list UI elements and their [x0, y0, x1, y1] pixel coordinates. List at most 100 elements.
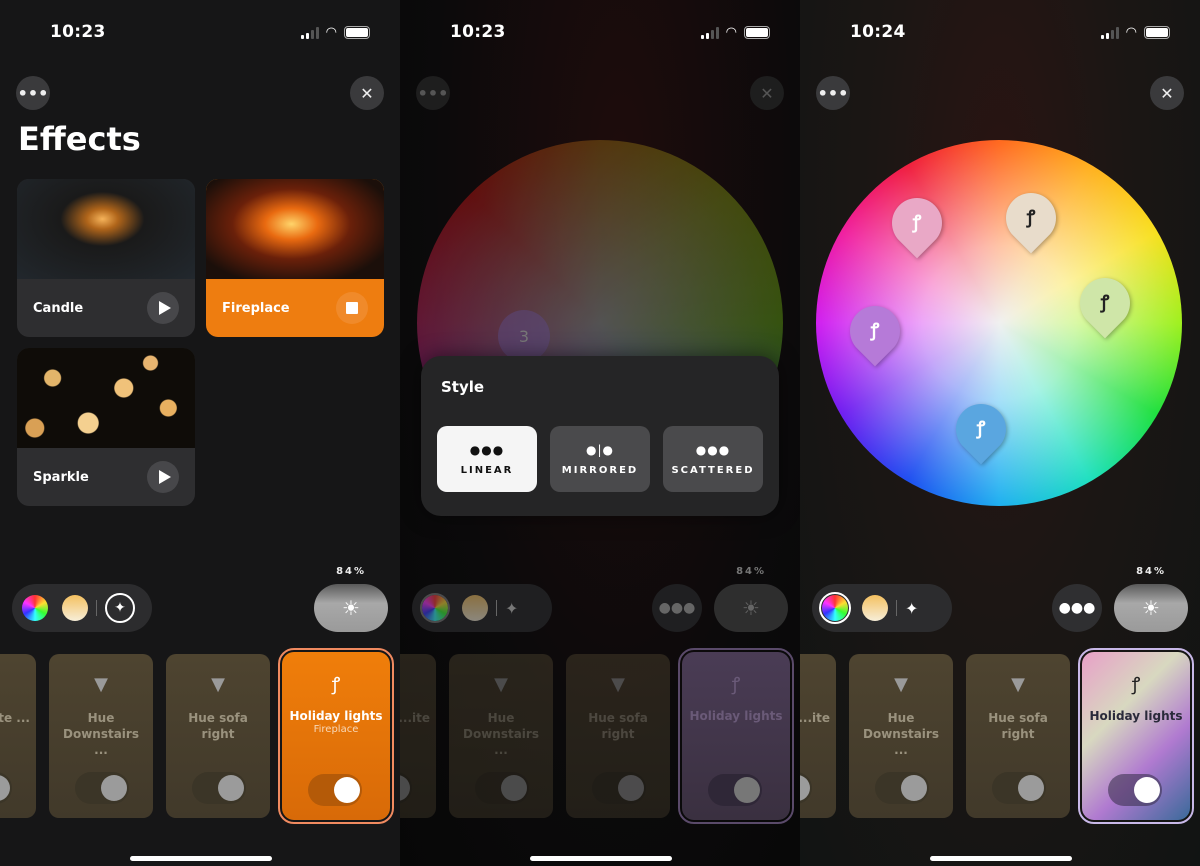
- bulb-icon: ▼: [211, 674, 225, 695]
- light-pin-purple[interactable]: ꝭ: [839, 295, 911, 367]
- more-button[interactable]: •••: [816, 76, 850, 110]
- sparkle-image: [17, 348, 195, 448]
- toggle-knob: [1134, 777, 1160, 803]
- white-mode-button[interactable]: [462, 595, 488, 621]
- stop-icon: [346, 302, 358, 314]
- style-option-scattered[interactable]: ●●● SCATTERED: [663, 426, 763, 492]
- linear-icon: ●●●: [658, 600, 696, 616]
- play-icon: [158, 301, 171, 315]
- light-effect: Fireplace: [313, 724, 359, 735]
- light-toggle[interactable]: [992, 772, 1046, 804]
- white-mode-button[interactable]: [62, 595, 88, 621]
- style-option-linear[interactable]: ●●● LINEAR: [437, 426, 537, 492]
- close-button[interactable]: ✕: [750, 76, 784, 110]
- light-pin-pink[interactable]: ꝭ: [881, 187, 953, 259]
- light-pin-blue[interactable]: ꝭ: [945, 393, 1017, 465]
- bulb-icon: ▼: [494, 674, 508, 695]
- sparkle-icon[interactable]: ✦: [505, 599, 518, 618]
- light-card-holiday[interactable]: ꝭ Holiday lights: [678, 648, 794, 824]
- light-toggle[interactable]: [592, 772, 646, 804]
- brightness-value: 84%: [736, 566, 766, 577]
- light-toggle[interactable]: [1108, 774, 1162, 806]
- toggle-knob: [101, 775, 127, 801]
- mode-selector: ✦: [812, 584, 952, 632]
- style-option-mirrored[interactable]: ●|● MIRRORED: [550, 426, 650, 492]
- close-button[interactable]: ✕: [350, 76, 384, 110]
- wifi-icon: ◠: [1125, 25, 1137, 40]
- light-name: Hue sofa right: [988, 711, 1048, 741]
- light-card[interactable]: ▼ Hue Downstairs ...: [849, 654, 953, 818]
- sparkle-icon[interactable]: ✦: [905, 599, 918, 618]
- toggle-knob: [218, 775, 244, 801]
- status-icons: ◠: [700, 25, 770, 40]
- divider: [896, 600, 897, 616]
- color-mode-button[interactable]: [420, 593, 450, 623]
- play-button[interactable]: [147, 292, 179, 324]
- light-card[interactable]: ...ite: [400, 654, 436, 818]
- light-name: Hue Downstairs ...: [463, 711, 539, 757]
- string-lights-icon: ꝭ: [1100, 292, 1110, 313]
- light-toggle[interactable]: [800, 772, 812, 804]
- mirrored-icon: ●|●: [586, 442, 614, 457]
- light-toggle[interactable]: [75, 772, 129, 804]
- brightness-slider[interactable]: ☀: [714, 584, 788, 632]
- bulb-icon: ▼: [611, 674, 625, 695]
- light-card[interactable]: ▼ Hue sofa right: [166, 654, 270, 818]
- signal-icon: [1100, 26, 1119, 39]
- light-toggle[interactable]: [308, 774, 362, 806]
- effect-card-candle[interactable]: Candle: [17, 179, 195, 337]
- light-toggle[interactable]: [400, 772, 412, 804]
- battery-icon: [344, 26, 370, 39]
- light-toggle[interactable]: [192, 772, 246, 804]
- light-card-holiday[interactable]: ꝭ Holiday lights Fireplace: [278, 648, 394, 824]
- light-pin-light-green[interactable]: ꝭ: [1069, 267, 1141, 339]
- light-name: Hue sofa right: [588, 711, 648, 741]
- lights-row: ...ite ... ▼ Hue Downstairs ... ▼ Hue sofa…: [0, 648, 400, 824]
- light-card-holiday[interactable]: ꝭ Holiday lights: [1078, 648, 1194, 824]
- scattered-icon: ●●●: [1058, 600, 1096, 616]
- stop-button[interactable]: [336, 292, 368, 324]
- white-mode-button[interactable]: [862, 595, 888, 621]
- light-card[interactable]: ▼ Hue sofa right: [566, 654, 670, 818]
- light-pin-warm-white[interactable]: ꝭ: [995, 182, 1067, 254]
- sun-icon: ☀: [1142, 596, 1160, 620]
- more-button[interactable]: •••: [416, 76, 450, 110]
- light-marker[interactable]: 3: [498, 310, 550, 362]
- effect-label: Fireplace: [222, 300, 290, 316]
- scattered-icon: ●●●: [695, 442, 731, 457]
- color-wheel-screen: 10:24 ◠ ••• ✕ ꝭ ꝭ ꝭ ꝭ ꝭ ✦ ●●● 84% ☀ ...ite ▼…: [800, 0, 1200, 866]
- light-card[interactable]: ▼ Hue Downstairs ...: [449, 654, 553, 818]
- light-toggle[interactable]: [475, 772, 529, 804]
- light-name: Holiday lights: [1089, 709, 1183, 723]
- effect-card-sparkle[interactable]: Sparkle: [17, 348, 195, 506]
- style-button[interactable]: ●●●: [1052, 584, 1102, 632]
- battery-icon: [744, 26, 770, 39]
- color-mode-button[interactable]: [22, 595, 48, 621]
- light-toggle[interactable]: [875, 772, 929, 804]
- light-toggle[interactable]: [708, 774, 762, 806]
- play-button[interactable]: [147, 461, 179, 493]
- light-card[interactable]: ▼ Hue sofa right: [966, 654, 1070, 818]
- light-card[interactable]: ...ite: [800, 654, 836, 818]
- light-card[interactable]: ...ite ...: [0, 654, 36, 818]
- light-card[interactable]: ▼ Hue Downstairs ...: [49, 654, 153, 818]
- string-lights-icon: ꝭ: [870, 320, 880, 341]
- effect-label: Candle: [33, 300, 84, 316]
- brightness-slider[interactable]: ☀: [314, 584, 388, 632]
- sun-icon: ☀: [742, 596, 760, 620]
- light-toggle[interactable]: [0, 772, 12, 804]
- close-button[interactable]: ✕: [1150, 76, 1184, 110]
- battery-icon: [1144, 26, 1170, 39]
- string-lights-icon: ꝭ: [331, 674, 341, 695]
- style-button[interactable]: ●●●: [652, 584, 702, 632]
- color-mode-button[interactable]: [819, 592, 851, 624]
- home-indicator: [530, 856, 672, 861]
- signal-icon: [300, 26, 319, 39]
- effects-mode-button[interactable]: ✦: [105, 593, 135, 623]
- linear-icon: ●●●: [469, 442, 505, 457]
- brightness-slider[interactable]: ☀: [1114, 584, 1188, 632]
- sparkle-icon: ✦: [114, 600, 126, 616]
- string-lights-icon: ꝭ: [731, 674, 741, 695]
- effect-card-fireplace[interactable]: Fireplace: [206, 179, 384, 337]
- more-button[interactable]: •••: [16, 76, 50, 110]
